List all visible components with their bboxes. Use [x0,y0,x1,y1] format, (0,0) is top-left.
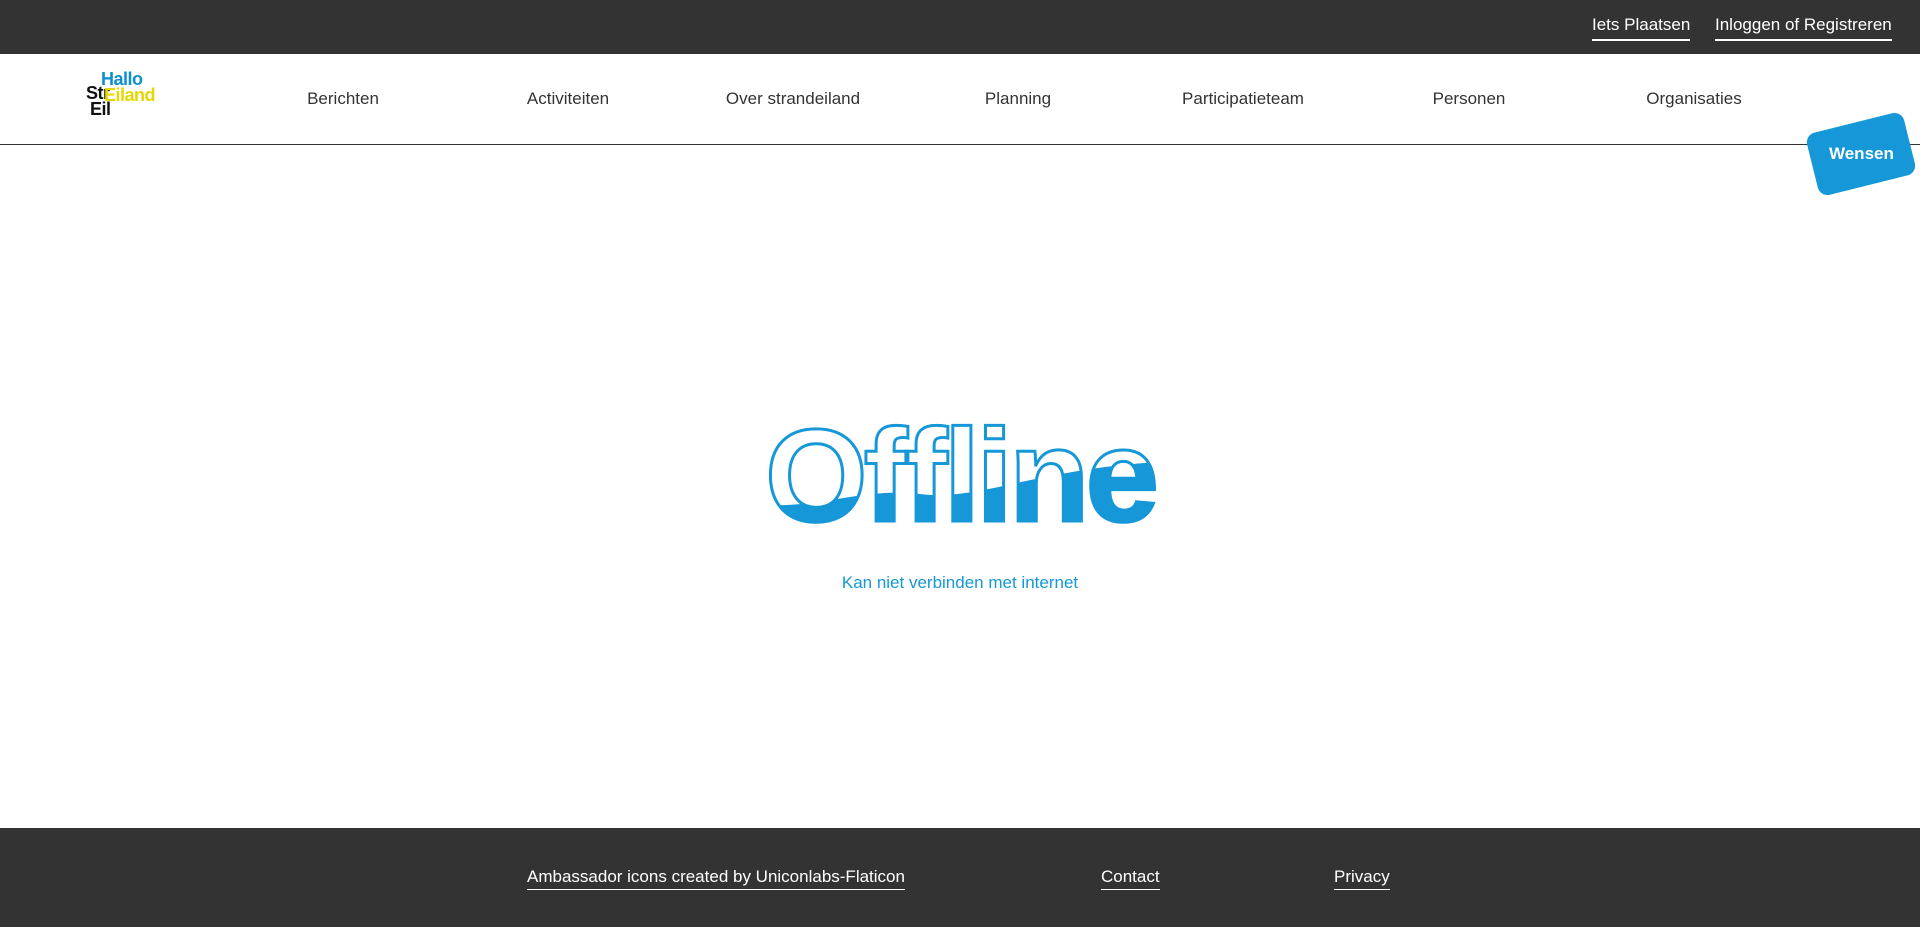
main-navigation: Hallo Str Eiland Eil Berichten Activitei… [0,54,1920,198]
post-something-link[interactable]: Iets Plaatsen [1592,14,1691,41]
top-utility-bar: Iets Plaatsen Inloggen of Registreren [0,0,1920,54]
nav-item-activiteiten[interactable]: Activiteiten [527,88,609,110]
login-register-link[interactable]: Inloggen of Registreren [1715,14,1892,41]
nav-item-organisaties[interactable]: Organisaties [1646,88,1741,110]
privacy-link[interactable]: Privacy [1334,866,1390,890]
nav-item-berichten[interactable]: Berichten [307,88,379,110]
logo-line-2-overlay: Eiland [104,85,156,105]
nav-item-over-strandeiland[interactable]: Over strandeiland [726,88,860,110]
footer: Ambassador icons created by Uniconlabs-F… [0,828,1920,927]
nav-item-planning[interactable]: Planning [985,88,1051,110]
icon-credits-link[interactable]: Ambassador icons created by Uniconlabs-F… [527,866,905,890]
nav-item-participatieteam[interactable]: Participatieteam [1182,88,1304,110]
offline-message: Kan niet verbinden met internet [841,573,1079,592]
nav-item-personen[interactable]: Personen [1433,88,1506,110]
logo-line-3: Eil [90,99,111,119]
site-logo[interactable]: Hallo Str Eiland Eil [86,70,156,120]
contact-link[interactable]: Contact [1101,866,1160,890]
offline-content: Offline Offline Kan niet verbinden met i… [0,146,1920,828]
offline-heading: Offline Offline [764,406,1161,536]
